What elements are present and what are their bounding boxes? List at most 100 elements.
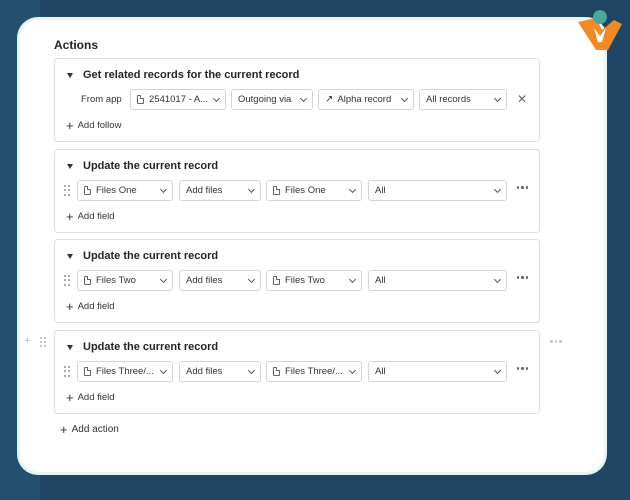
chevron-down-icon — [299, 94, 308, 103]
block-header[interactable]: Get related records for the current reco… — [67, 69, 299, 81]
field-select[interactable]: Files One — [77, 180, 173, 201]
plus-icon: + — [66, 389, 74, 405]
chevron-down-icon — [493, 185, 502, 194]
chevron-down-icon — [159, 366, 168, 375]
more-horizontal-icon[interactable] — [516, 367, 528, 370]
mode-select[interactable]: Add files — [179, 361, 261, 382]
caret-down-icon[interactable] — [67, 164, 73, 169]
plus-icon: + — [60, 421, 68, 437]
mode-select[interactable]: Add files — [179, 270, 261, 291]
filter-select[interactable]: All — [368, 361, 507, 382]
file-icon — [273, 186, 280, 195]
action-block-update-2: Update the current record Files Two Add … — [54, 239, 540, 323]
brand-logo-icon — [578, 10, 622, 50]
add-field-button[interactable]: + Add field — [66, 298, 115, 314]
plus-icon: + — [66, 117, 74, 133]
add-field-button[interactable]: + Add field — [66, 208, 115, 224]
add-follow-button[interactable]: + Add follow — [66, 117, 122, 133]
arrow-up-right-icon: ↗ — [325, 94, 334, 105]
mode-select-value: Add files — [186, 185, 223, 196]
chevron-down-icon — [348, 275, 357, 284]
field-select[interactable]: Files Three/... — [77, 361, 173, 382]
source-select[interactable]: Files Three/... — [266, 361, 362, 382]
caret-down-icon[interactable] — [67, 73, 73, 78]
add-field-label: Add field — [77, 392, 115, 403]
more-horizontal-icon[interactable] — [516, 276, 528, 279]
link-type-value: Outgoing via — [238, 94, 292, 105]
file-icon — [273, 276, 280, 285]
action-row: From app 2541017 - A... Outgoing via ↗ A… — [55, 89, 539, 111]
field-select-value: Files Three/... — [96, 366, 154, 377]
mode-select-value: Add files — [186, 366, 223, 377]
chevron-down-icon — [247, 366, 256, 375]
scope-select[interactable]: All records — [419, 89, 507, 110]
record-select-value: Alpha record — [337, 94, 392, 105]
add-action-label: Add action — [71, 424, 119, 435]
filter-select-value: All — [375, 185, 386, 196]
block-header[interactable]: Update the current record — [67, 341, 218, 353]
add-follow-label: Add follow — [77, 120, 122, 131]
chevron-down-icon — [493, 94, 502, 103]
chevron-down-icon — [159, 275, 168, 284]
filter-select-value: All — [375, 275, 386, 286]
chevron-down-icon — [348, 185, 357, 194]
block-title: Get related records for the current reco… — [83, 69, 300, 81]
chevron-down-icon — [212, 94, 221, 103]
app-select-value: 2541017 - A... — [149, 94, 209, 105]
drag-handle-icon[interactable] — [64, 185, 70, 196]
add-field-button[interactable]: + Add field — [66, 389, 115, 405]
source-select-value: Files Three/... — [285, 366, 343, 377]
close-icon[interactable]: ✕ — [517, 92, 527, 106]
link-type-select[interactable]: Outgoing via — [231, 89, 313, 110]
field-select[interactable]: Files Two — [77, 270, 173, 291]
block-title: Update the current record — [83, 250, 219, 262]
plus-icon: + — [66, 208, 74, 224]
chevron-down-icon — [493, 366, 502, 375]
field-row: Files Three/... Add files Files Three/..… — [55, 361, 539, 383]
block-header[interactable]: Update the current record — [67, 250, 218, 262]
source-select[interactable]: Files One — [266, 180, 362, 201]
page-title: Actions — [54, 38, 99, 52]
plus-icon[interactable]: + — [24, 335, 30, 347]
file-icon — [84, 367, 91, 376]
chevron-down-icon — [159, 185, 168, 194]
field-row: Files One Add files Files One All — [55, 180, 539, 202]
caret-down-icon[interactable] — [67, 254, 73, 259]
mode-select[interactable]: Add files — [179, 180, 261, 201]
filter-select[interactable]: All — [368, 180, 507, 201]
filter-select[interactable]: All — [368, 270, 507, 291]
chevron-down-icon — [400, 94, 409, 103]
drag-handle-icon[interactable] — [64, 366, 70, 377]
more-horizontal-icon[interactable] — [516, 186, 528, 189]
file-icon — [84, 186, 91, 195]
file-icon — [137, 95, 144, 104]
action-block-update-1: Update the current record Files One Add … — [54, 149, 540, 233]
caret-down-icon[interactable] — [67, 345, 73, 350]
drag-handle-icon[interactable] — [64, 275, 70, 286]
app-select[interactable]: 2541017 - A... — [130, 89, 226, 110]
filter-select-value: All — [375, 366, 386, 377]
source-select[interactable]: Files Two — [266, 270, 362, 291]
add-field-label: Add field — [77, 301, 115, 312]
field-select-value: Files Two — [96, 275, 136, 286]
plus-icon: + — [66, 298, 74, 314]
source-select-value: Files Two — [285, 275, 325, 286]
chevron-down-icon — [247, 275, 256, 284]
more-horizontal-icon[interactable] — [550, 340, 562, 343]
field-row: Files Two Add files Files Two All — [55, 270, 539, 292]
field-select-value: Files One — [96, 185, 137, 196]
scope-select-value: All records — [426, 94, 471, 105]
add-action-button[interactable]: + Add action — [60, 421, 119, 437]
mode-select-value: Add files — [186, 275, 223, 286]
record-select[interactable]: ↗ Alpha record — [318, 89, 414, 110]
block-title: Update the current record — [83, 341, 219, 353]
source-select-value: Files One — [285, 185, 326, 196]
chevron-down-icon — [247, 185, 256, 194]
block-header[interactable]: Update the current record — [67, 160, 218, 172]
add-field-label: Add field — [77, 211, 115, 222]
action-block-get-related: Get related records for the current reco… — [54, 58, 540, 142]
file-icon — [273, 367, 280, 376]
drag-handle-icon[interactable] — [40, 337, 46, 347]
chevron-down-icon — [493, 275, 502, 284]
file-icon — [84, 276, 91, 285]
